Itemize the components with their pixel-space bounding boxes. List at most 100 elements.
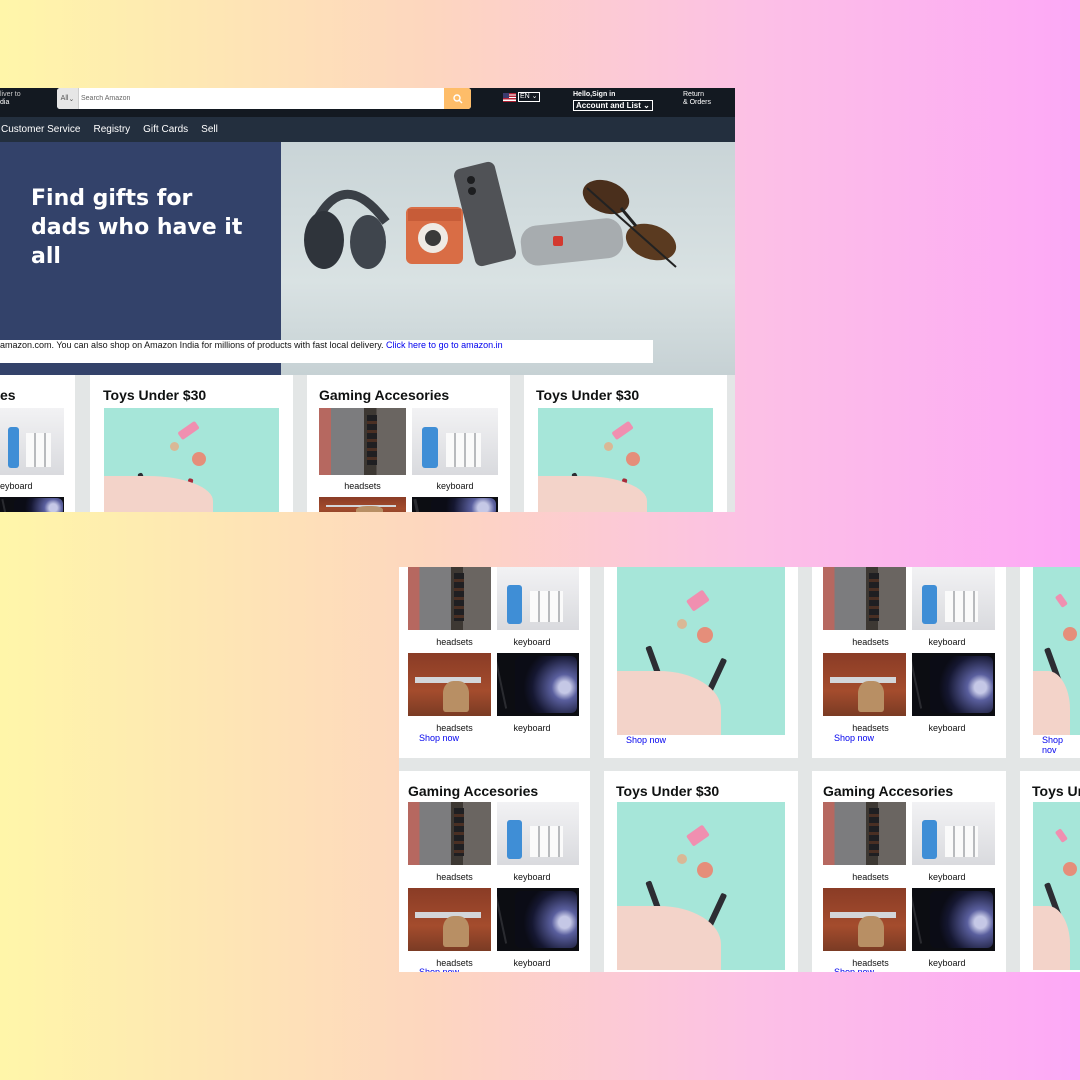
search-category-dropdown[interactable]: All ⌄ (57, 88, 79, 109)
search-category-label: All (60, 95, 69, 102)
shop-now-link[interactable]: Shop now (419, 967, 459, 972)
camera-icon (406, 207, 463, 264)
category-cards-row: es eyboard Toys Under $30 Gaming Accesor… (0, 375, 735, 512)
product-image[interactable] (823, 802, 906, 865)
tile-label-keyboard: keyboard (513, 872, 551, 882)
card-title: es (0, 387, 16, 403)
product-image[interactable] (0, 408, 64, 475)
deliver-to[interactable]: liver to dia (0, 91, 21, 107)
amazon-header: liver to dia All ⌄ EN ⌄ Hello,Sign (0, 88, 735, 117)
category-card-gaming[interactable]: Gaming Accesories headsets keyboard (307, 375, 510, 512)
screenshot-top: liver to dia All ⌄ EN ⌄ Hello,Sign (0, 88, 735, 512)
returns-orders[interactable]: Return & Orders (683, 91, 711, 107)
card-title: Toys Under $30 (616, 783, 720, 799)
category-card-toys[interactable]: Toys Under $30 (90, 375, 293, 512)
category-card-toys-partial[interactable]: Shop nov (1020, 567, 1080, 758)
chevron-down-icon: ⌄ (68, 95, 75, 103)
account-dropdown[interactable]: Account and List ⌄ (573, 100, 653, 111)
shop-now-link[interactable]: Shop nov (1042, 735, 1080, 755)
hero-title: Find gifts for dads who have it all (31, 184, 271, 271)
product-image[interactable] (408, 567, 491, 630)
product-image[interactable] (497, 567, 579, 630)
card-title: Toys Under $30 (103, 387, 207, 403)
sub-navigation: Customer Service Registry Gift Cards Sel… (0, 117, 735, 142)
category-card-toys[interactable]: Toys Under $30 (604, 771, 798, 972)
category-card-gaming[interactable]: Gaming Accesories headsets keyboard head… (399, 771, 590, 972)
language-dropdown[interactable]: EN ⌄ (518, 92, 540, 102)
nav-customer-service[interactable]: Customer Service (1, 124, 80, 135)
product-image[interactable] (412, 497, 498, 512)
product-image[interactable] (617, 802, 785, 970)
category-card-gaming[interactable]: headsets keyboard headsets keyboard Shop… (812, 567, 1006, 758)
product-image[interactable] (408, 653, 491, 716)
category-card-toys-partial[interactable]: Toys Ur (1020, 771, 1080, 972)
nav-sell[interactable]: Sell (201, 124, 218, 135)
product-image[interactable] (823, 567, 906, 630)
card-title: Toys Ur (1032, 783, 1080, 799)
product-image[interactable] (912, 888, 995, 951)
tile-label: eyboard (0, 481, 33, 491)
language-label: EN (520, 93, 530, 100)
shop-now-link[interactable]: Shop now (419, 733, 459, 743)
product-image[interactable] (538, 408, 713, 512)
category-card-toys[interactable]: Toys Under $30 (524, 375, 727, 512)
returns-line2: & Orders (683, 99, 712, 106)
category-card-gaming[interactable]: Gaming Accesories headsets keyboard head… (812, 771, 1006, 972)
category-card-gaming[interactable]: headsets keyboard headsets keyboard Shop… (399, 567, 590, 758)
tile-label-keyboard: keyboard (928, 723, 966, 733)
category-card-partial[interactable]: es eyboard (0, 375, 75, 512)
product-image[interactable] (319, 408, 406, 475)
card-title: Toys Under $30 (536, 387, 640, 403)
tile-label-keyboard: keyboard (513, 637, 551, 647)
product-image[interactable] (912, 802, 995, 865)
category-card-toys[interactable]: Shop now (604, 567, 798, 758)
greeting: Hello,Sign in (573, 91, 616, 98)
card-title: Gaming Accesories (408, 783, 539, 799)
product-image[interactable] (497, 888, 579, 951)
headphones-icon (304, 190, 390, 269)
product-image[interactable] (408, 888, 491, 951)
notice-text: amazon.com. You can also shop on Amazon … (0, 340, 387, 350)
shop-now-link[interactable]: Shop now (834, 967, 874, 972)
speaker-icon (520, 218, 624, 266)
tile-label-headsets: headsets (852, 872, 889, 882)
product-image[interactable] (412, 408, 498, 475)
product-image[interactable] (408, 802, 491, 865)
us-flag-icon (503, 92, 516, 102)
tile-label-headsets: headsets (852, 637, 889, 647)
account-menu[interactable]: Hello,Sign in Account and List ⌄ (573, 91, 653, 111)
product-image[interactable] (1033, 567, 1080, 735)
tile-label-keyboard: keyboard (928, 872, 966, 882)
search-button[interactable] (444, 88, 471, 109)
tile-label-keyboard: keyboard (513, 958, 551, 968)
account-label: Account and List (576, 101, 641, 110)
deliver-location: dia (0, 99, 10, 106)
nav-gift-cards[interactable]: Gift Cards (143, 124, 188, 135)
amazon-in-link[interactable]: Click here to go to amazon.in (386, 340, 503, 350)
shop-now-link[interactable]: Shop now (834, 733, 874, 743)
tile-label-headsets: headsets (436, 637, 473, 647)
product-image[interactable] (497, 653, 579, 716)
product-image[interactable] (617, 567, 785, 735)
product-image[interactable] (912, 567, 995, 630)
product-image[interactable] (823, 653, 906, 716)
search-input[interactable] (79, 88, 444, 109)
tile-label-keyboard: keyboard (436, 481, 474, 491)
card-title: Gaming Accesories (823, 783, 954, 799)
region-notice: amazon.com. You can also shop on Amazon … (0, 340, 653, 363)
tile-label-keyboard: keyboard (513, 723, 551, 733)
product-image[interactable] (823, 888, 906, 951)
screenshot-bottom: headsets keyboard headsets keyboard Shop… (399, 567, 1080, 972)
product-image[interactable] (104, 408, 279, 512)
shop-now-link[interactable]: Shop now (626, 735, 666, 745)
product-image[interactable] (319, 497, 406, 512)
product-image[interactable] (0, 497, 64, 512)
language-selector[interactable]: EN ⌄ (503, 92, 540, 102)
tile-label-headsets: headsets (344, 481, 381, 491)
hero-title-line1: Find gifts for (31, 186, 193, 211)
product-image[interactable] (1033, 802, 1080, 970)
product-image[interactable] (497, 802, 579, 865)
search-bar: All ⌄ (57, 88, 471, 109)
nav-registry[interactable]: Registry (93, 124, 130, 135)
product-image[interactable] (912, 653, 995, 716)
